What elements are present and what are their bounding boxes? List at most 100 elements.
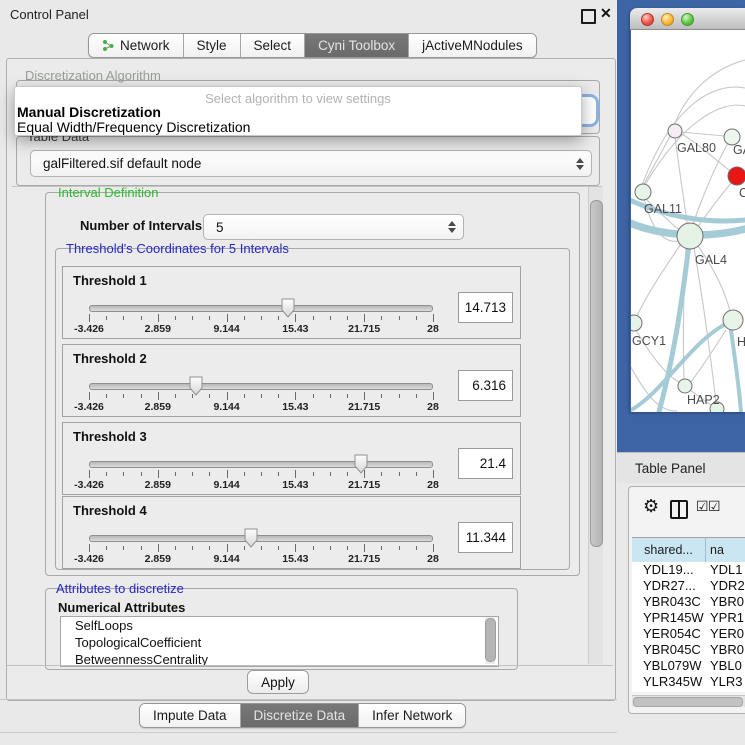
menu-item-equal-width-frequency[interactable]: Equal Width/Frequency Discretization xyxy=(17,119,250,135)
mac-zoom-button[interactable] xyxy=(681,13,694,26)
table-cell: YDR27... xyxy=(632,578,705,594)
table-row[interactable]: YDL19...YDL1 xyxy=(632,562,745,578)
undock-icon[interactable] xyxy=(581,9,596,24)
table-toolbar: ⚙ ☑ ☑ xyxy=(629,487,745,533)
split-columns-icon[interactable] xyxy=(670,500,688,519)
table-panel-title: Table Panel xyxy=(635,461,706,476)
table-cell: YBR043C xyxy=(632,594,705,610)
interval-definition-title: Interval Definition xyxy=(55,185,161,200)
tab-jactivemnodules[interactable]: jActiveMNodules xyxy=(409,34,536,57)
network-canvas-svg: GAL80GACGAL11GAL4GCY1HHAP2 xyxy=(631,30,745,412)
tab-impute-data[interactable]: Impute Data xyxy=(140,704,241,727)
stepper-icon xyxy=(447,221,456,233)
tab-cyni-toolbox[interactable]: Cyni Toolbox xyxy=(305,34,409,57)
table-row[interactable]: YER054CYER0 xyxy=(632,626,745,642)
node-label: GCY1 xyxy=(632,334,666,348)
tab-network[interactable]: Network xyxy=(89,34,184,57)
tab-label: jActiveMNodules xyxy=(422,38,523,53)
threshold-1-panel: Threshold 1 -3.4262.8599.14415.4321.7152… xyxy=(62,266,521,339)
table-row[interactable]: YLR345WYLR3 xyxy=(632,674,745,690)
table-data-combo[interactable]: galFiltered.sif default node xyxy=(30,150,592,177)
network-node-GCY1[interactable] xyxy=(631,315,642,331)
slider-track[interactable] xyxy=(89,535,433,542)
close-icon[interactable]: ✕ xyxy=(600,5,612,22)
network-window: GAL80GACGAL11GAL4GCY1HHAP2 xyxy=(630,8,745,412)
checkbox-icon[interactable]: ☑ xyxy=(708,498,721,515)
table-cell: YDR2 xyxy=(705,578,745,594)
table-row[interactable]: YBL079WYBL0 xyxy=(632,658,745,674)
list-item[interactable]: TopologicalCoefficient xyxy=(61,634,498,651)
network-icon xyxy=(102,39,115,52)
tab-label: Cyni Toolbox xyxy=(318,38,395,53)
tab-label: Impute Data xyxy=(153,708,227,723)
slider-ticks xyxy=(89,544,433,552)
network-node-GAL80[interactable] xyxy=(668,124,682,138)
mac-close-button[interactable] xyxy=(641,13,654,26)
numerical-attributes-label: Numerical Attributes xyxy=(58,600,185,615)
network-node-H-node[interactable] xyxy=(723,310,743,330)
slider-track[interactable] xyxy=(89,305,433,312)
table-row[interactable]: YBR045CYBR0 xyxy=(632,642,745,658)
apply-button[interactable]: Apply xyxy=(247,670,309,694)
node-label: HAP2 xyxy=(687,393,720,407)
table-cell: YBL079W xyxy=(632,658,705,674)
top-tab-bar: Network Style Select Cyni Toolbox jActiv… xyxy=(88,33,537,58)
network-node-red-node[interactable] xyxy=(728,167,745,185)
node-label: H xyxy=(737,335,745,349)
numerical-attributes-list[interactable]: SelfLoopsTopologicalCoefficientBetweenne… xyxy=(60,616,499,667)
list-item[interactable]: SelfLoops xyxy=(61,617,498,634)
network-node-GAL4[interactable] xyxy=(677,223,703,249)
table-panel-widget: ⚙ ☑ ☑ shared... na YDL19...YDL1YDR27...Y… xyxy=(628,486,745,714)
tab-select[interactable]: Select xyxy=(241,34,306,57)
number-of-intervals-combo[interactable]: 5 xyxy=(203,214,464,240)
table-cell: YBR0 xyxy=(705,642,745,658)
table-cell: YBR0 xyxy=(705,594,745,610)
tab-infer-network[interactable]: Infer Network xyxy=(359,704,465,727)
node-label: GA xyxy=(733,143,745,157)
table-row[interactable]: YIL052CYIL0 xyxy=(632,690,745,692)
table-row[interactable]: YDR27...YDR2 xyxy=(632,578,745,594)
gear-icon[interactable]: ⚙ xyxy=(643,496,659,517)
table-hscrollbar[interactable] xyxy=(632,695,745,707)
table-cell: YER054C xyxy=(632,626,705,642)
network-node-HAP2[interactable] xyxy=(678,379,692,393)
scrollbar-thumb[interactable] xyxy=(633,697,743,707)
threshold-value-field[interactable]: 6.316 xyxy=(458,370,513,401)
table-panel-titlebar: Table Panel xyxy=(617,452,745,483)
table-cell: YDL1 xyxy=(705,562,745,578)
slider-ticks xyxy=(89,314,433,322)
column-header-name[interactable]: na xyxy=(706,538,745,562)
bottom-tab-bar: Impute Data Discretize Data Infer Networ… xyxy=(139,703,466,728)
tab-label: Network xyxy=(120,38,170,53)
control-panel-titlebar: Control Panel ✕ xyxy=(0,0,617,28)
settings-scrollbar[interactable] xyxy=(588,187,603,664)
threshold-value-field[interactable]: 11.344 xyxy=(458,522,513,553)
slider-tick-labels: -3.4262.8599.14415.4321.71528 xyxy=(89,553,433,564)
node-label: GAL80 xyxy=(677,141,716,155)
network-node-GAL11[interactable] xyxy=(635,184,651,200)
threshold-value-field[interactable]: 21.4 xyxy=(458,448,513,479)
table-body: YDL19...YDL1YDR27...YDR2YBR043CYBR0YPR14… xyxy=(632,562,745,692)
menu-item-manual-discretization[interactable]: Manual Discretization xyxy=(17,104,161,120)
slider-ticks xyxy=(89,392,433,400)
scrollbar-thumb[interactable] xyxy=(590,200,603,547)
checkbox-icon[interactable]: ☑ xyxy=(696,498,709,515)
tab-style[interactable]: Style xyxy=(184,34,241,57)
divider xyxy=(0,732,617,733)
threshold-4-panel: Threshold 4 -3.4262.8599.14415.4321.7152… xyxy=(62,496,521,569)
slider-track[interactable] xyxy=(89,383,433,390)
tab-label: Select xyxy=(254,38,292,53)
panel-title: Control Panel xyxy=(10,7,89,22)
network-window-titlebar[interactable] xyxy=(630,8,745,30)
tab-discretize-data[interactable]: Discretize Data xyxy=(241,704,360,727)
table-cell: YBL0 xyxy=(705,658,745,674)
mac-minimize-button[interactable] xyxy=(661,13,674,26)
table-row[interactable]: YPR145WYPR1 xyxy=(632,610,745,626)
attributes-scrollbar[interactable] xyxy=(485,617,495,664)
threshold-value-field[interactable]: 14.713 xyxy=(458,292,513,323)
slider-track[interactable] xyxy=(89,461,433,468)
scrollbar-thumb[interactable] xyxy=(485,618,496,662)
column-header-shared[interactable]: shared... xyxy=(632,538,706,562)
table-row[interactable]: YBR043CYBR0 xyxy=(632,594,745,610)
network-canvas[interactable]: GAL80GACGAL11GAL4GCY1HHAP2 xyxy=(631,30,745,412)
